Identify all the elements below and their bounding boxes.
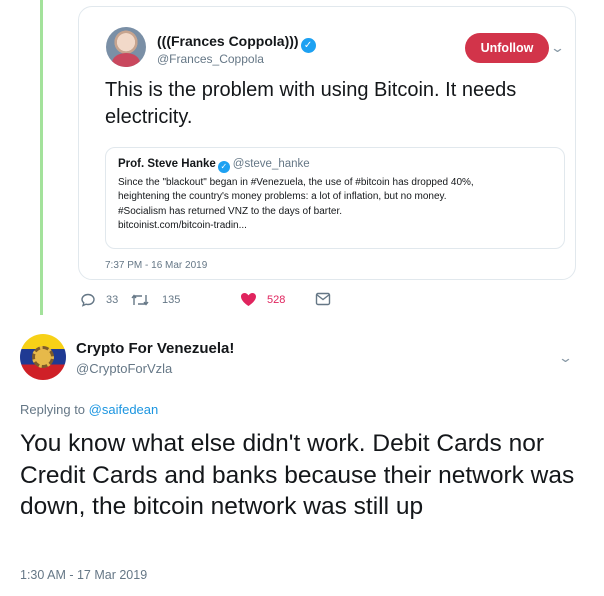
tweet-text: This is the problem with using Bitcoin. … [105, 79, 517, 128]
avatar[interactable] [106, 27, 146, 67]
reply-icon [81, 293, 95, 307]
author-name[interactable]: (((Frances Coppola))) ✓ [157, 33, 316, 53]
retweet-button[interactable]: 135 [130, 292, 180, 308]
author-handle[interactable]: @CryptoForVzla [76, 361, 172, 376]
author-name[interactable]: Crypto For Venezuela! [76, 340, 234, 357]
embedded-tweet-text: Since the "blackout" began in #Venezuela… [118, 177, 474, 232]
embedded-author-name[interactable]: Prof. Steve Hanke [118, 158, 216, 170]
message-icon [315, 292, 331, 306]
reply-button[interactable]: 33 [80, 292, 118, 308]
author-name-text[interactable]: (((Frances Coppola))) [157, 33, 299, 49]
like-button[interactable]: 528 [240, 292, 285, 307]
verified-icon: ✓ [217, 161, 230, 173]
mention-link[interactable]: @saifedean [89, 402, 159, 417]
reply-count: 33 [106, 294, 119, 306]
retweet-icon [131, 294, 149, 306]
author-handle[interactable]: @Frances_Coppola [157, 52, 264, 66]
retweet-count: 135 [162, 294, 181, 306]
quoted-tweet-card[interactable]: (((Frances Coppola))) ✓ @Frances_Coppola … [78, 6, 576, 280]
replying-to: Replying to @saifedean [20, 402, 158, 417]
avatar[interactable] [20, 334, 66, 380]
tweet-timestamp[interactable]: 7:37 PM - 16 Mar 2019 [105, 260, 207, 271]
thread-line [40, 0, 43, 315]
embedded-author-handle[interactable]: @steve_hanke [233, 158, 310, 170]
cog-emblem [32, 346, 54, 368]
tweet-text: You know what else didn't work. Debit Ca… [20, 430, 575, 520]
chevron-down-icon[interactable]: ⌄ [550, 40, 565, 56]
unfollow-button[interactable]: Unfollow [465, 33, 549, 63]
tweet-timestamp[interactable]: 1:30 AM - 17 Mar 2019 [20, 568, 147, 582]
embedded-header: Prof. Steve Hanke ✓ @steve_hanke [118, 158, 310, 173]
verified-icon: ✓ [300, 38, 316, 53]
like-count: 528 [267, 293, 286, 306]
heart-icon [241, 293, 256, 306]
message-button[interactable] [315, 292, 339, 306]
replying-prefix: Replying to [20, 402, 86, 417]
chevron-down-icon[interactable]: ⌄ [558, 350, 573, 366]
embedded-tweet-card[interactable]: Prof. Steve Hanke ✓ @steve_hanke Since the… [105, 147, 565, 249]
